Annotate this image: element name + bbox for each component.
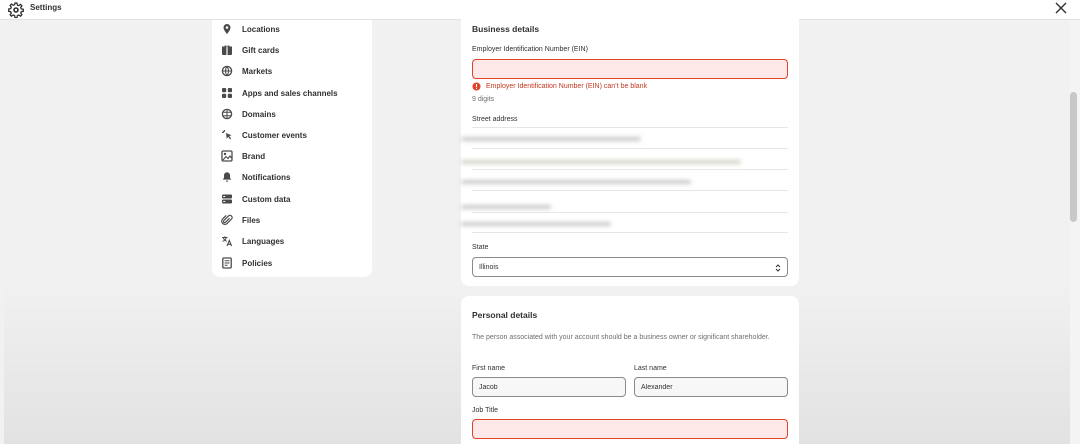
domains-globe-icon xyxy=(221,108,233,120)
sidebar-item-label: Brand xyxy=(242,151,266,161)
sidebar-item-label: Policies xyxy=(242,258,273,268)
state-label: State xyxy=(472,244,489,251)
sidebar-item-domains[interactable]: Domains xyxy=(220,105,366,123)
divider xyxy=(472,127,788,128)
business-details-heading: Business details xyxy=(472,24,540,34)
personal-details-card: Personal details The person associated w… xyxy=(461,296,799,444)
sidebar-item-custom-data[interactable]: Custom data xyxy=(220,190,366,208)
state-select[interactable]: Illinois xyxy=(472,257,788,277)
paperclip-icon xyxy=(221,214,233,225)
ein-error-text: Employer Identification Number (EIN) can… xyxy=(486,83,648,90)
sidebar-item-gift-cards[interactable]: Gift cards xyxy=(220,41,366,59)
business-details-card: Business details Employer Identification… xyxy=(461,14,799,286)
sidebar-item-brand[interactable]: Brand xyxy=(220,147,366,165)
first-name-field[interactable] xyxy=(472,377,626,397)
settings-sidebar: Locations Gift cards Markets Apps and sa… xyxy=(212,20,372,277)
ein-label: Employer Identification Number (EIN) xyxy=(472,46,588,53)
first-name-label: First name xyxy=(472,365,506,372)
divider xyxy=(472,212,788,213)
sidebar-item-label: Languages xyxy=(242,236,285,246)
location-pin-icon xyxy=(223,24,231,34)
job-title-field[interactable] xyxy=(472,419,788,439)
personal-details-heading: Personal details xyxy=(472,310,538,320)
error-circle-icon xyxy=(472,82,481,91)
sidebar-item-label: Custom data xyxy=(242,194,291,204)
close-icon[interactable] xyxy=(1054,1,1068,15)
cursor-click-icon xyxy=(222,130,232,140)
sidebar-item-notifications[interactable]: Notifications xyxy=(220,168,366,186)
globe-icon xyxy=(221,65,233,77)
brand-image-icon xyxy=(221,150,233,162)
sidebar-item-policies[interactable]: Policies xyxy=(220,254,366,272)
sidebar-item-label: Gift cards xyxy=(242,45,280,55)
policy-document-icon xyxy=(222,257,232,269)
divider xyxy=(472,190,788,191)
personal-details-description: The person associated with your account … xyxy=(472,334,770,341)
apps-icon xyxy=(222,88,232,98)
ein-error-message: Employer Identification Number (EIN) can… xyxy=(472,82,647,91)
job-title-label: Job Title xyxy=(472,407,499,414)
select-chevron-icon xyxy=(775,264,781,272)
bell-icon xyxy=(222,172,232,182)
window-title: Settings xyxy=(30,3,62,12)
sidebar-item-label: Notifications xyxy=(242,172,291,182)
sidebar-item-locations[interactable]: Locations xyxy=(220,20,366,38)
sidebar-item-apps-and-sales-channels[interactable]: Apps and sales channels xyxy=(220,84,366,102)
scrollbar-track[interactable] xyxy=(1070,20,1080,444)
sidebar-item-markets[interactable]: Markets xyxy=(220,62,366,80)
scrollbar-thumb[interactable] xyxy=(1070,92,1077,222)
divider xyxy=(472,148,788,149)
divider xyxy=(472,232,788,233)
sidebar-item-label: Markets xyxy=(242,66,273,76)
street-address-label: Street address xyxy=(472,116,518,123)
divider xyxy=(472,169,788,170)
ein-field[interactable] xyxy=(472,59,788,79)
custom-data-icon xyxy=(222,194,232,204)
gift-card-icon xyxy=(222,45,232,55)
redacted-line xyxy=(461,222,611,226)
sidebar-item-files[interactable]: Files xyxy=(220,211,366,229)
redacted-line xyxy=(461,137,641,141)
gear-icon xyxy=(8,2,24,18)
sidebar-item-languages[interactable]: Languages xyxy=(220,232,366,250)
redacted-line xyxy=(461,180,691,184)
redacted-line xyxy=(461,205,551,209)
last-name-field[interactable] xyxy=(634,377,788,397)
sidebar-item-label: Domains xyxy=(242,109,276,119)
redacted-line xyxy=(461,160,741,164)
translate-icon xyxy=(222,236,233,247)
sidebar-item-label: Locations xyxy=(242,24,280,34)
ein-help-text: 9 digits xyxy=(472,96,495,103)
state-select-value: Illinois xyxy=(479,263,499,271)
last-name-label: Last name xyxy=(634,365,667,372)
sidebar-item-label: Files xyxy=(242,215,261,225)
sidebar-item-label: Customer events xyxy=(242,130,307,140)
sidebar-item-label: Apps and sales channels xyxy=(242,88,338,98)
sidebar-item-customer-events[interactable]: Customer events xyxy=(220,126,366,144)
